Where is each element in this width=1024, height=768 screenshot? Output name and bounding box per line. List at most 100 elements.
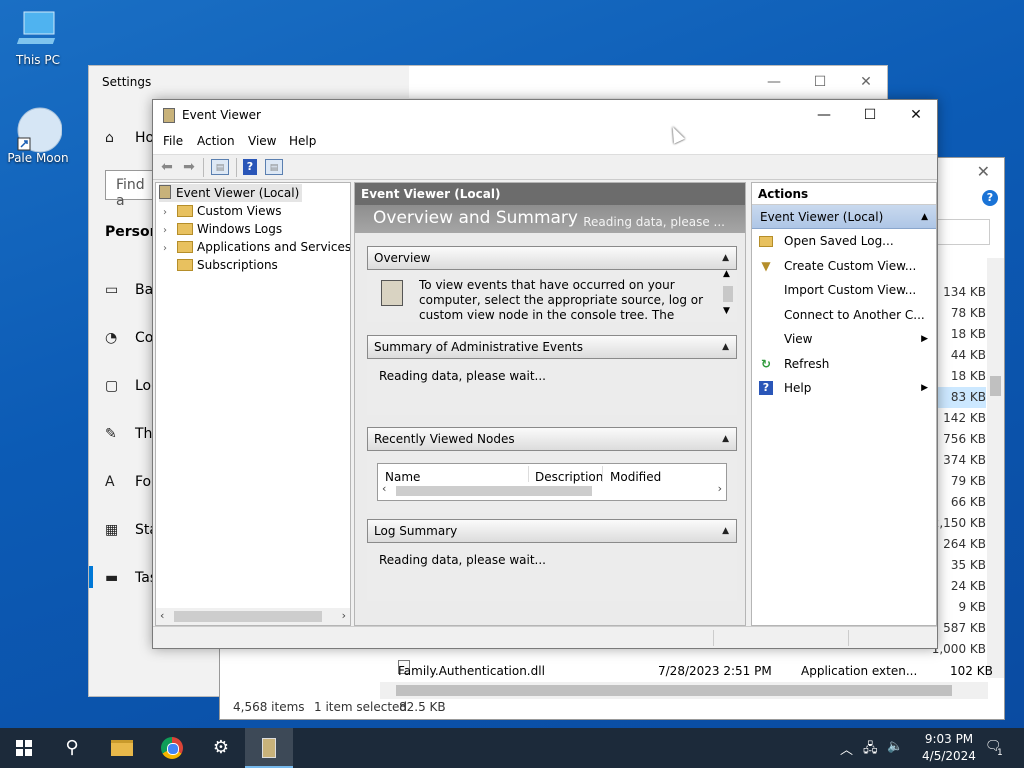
- chevron-left-icon[interactable]: ‹: [160, 609, 164, 622]
- search-button[interactable]: ⚲: [48, 728, 96, 768]
- banner-title: Overview and Summary: [373, 208, 578, 228]
- action-help[interactable]: ? Help ▶: [752, 376, 936, 401]
- section-recent-nodes-body: Name Description Modified ‹ ›: [367, 451, 737, 513]
- close-button[interactable]: ✕: [977, 162, 990, 181]
- tree-node-windows-logs[interactable]: › Windows Logs: [163, 220, 282, 238]
- network-icon[interactable]: 🖧: [863, 739, 878, 761]
- event-viewer-icon: [159, 185, 171, 199]
- menu-file[interactable]: File: [163, 134, 183, 148]
- taskbar-file-explorer[interactable]: [98, 728, 146, 768]
- event-viewer-status-bar: [153, 626, 937, 648]
- action-import-custom-view[interactable]: Import Custom View...: [752, 278, 936, 303]
- settings-titlebar[interactable]: Settings — ☐ ✕: [89, 66, 887, 98]
- palette-icon: ◔: [105, 330, 118, 346]
- file-row[interactable]: Family.Authentication.dll 7/28/2023 2:51…: [398, 660, 998, 682]
- notification-count: 1: [997, 748, 1003, 758]
- window-title: Event Viewer: [182, 108, 261, 122]
- vertical-scrollbar[interactable]: [987, 258, 1004, 678]
- settings-item-taskbar[interactable]: ▬ Tas: [105, 570, 157, 586]
- submenu-arrow-icon: ▶: [921, 334, 928, 344]
- column-modified[interactable]: Modified: [610, 470, 661, 484]
- collapse-icon[interactable]: ▲: [921, 205, 928, 229]
- banner-status: Reading data, please ...: [583, 215, 725, 229]
- tree-node-root[interactable]: Event Viewer (Local): [159, 184, 303, 202]
- section-log-summary-body: Reading data, please wait...: [367, 543, 737, 601]
- show-hide-action-pane-icon[interactable]: ▤: [265, 159, 283, 175]
- speaker-muted-icon[interactable]: 🔈: [887, 739, 903, 754]
- section-overview-header[interactable]: Overview ▲: [367, 246, 737, 270]
- action-refresh[interactable]: ↻ Refresh: [752, 352, 936, 377]
- forward-arrow-icon[interactable]: ➡: [180, 159, 198, 175]
- table-horizontal-scrollbar[interactable]: ‹ ›: [380, 482, 724, 498]
- taskbar-chrome[interactable]: [148, 728, 196, 768]
- summary-body: Overview ▲ To view events that have occur…: [355, 233, 745, 625]
- action-view[interactable]: View ▶: [752, 327, 936, 352]
- search-input[interactable]: [930, 219, 990, 245]
- collapse-icon[interactable]: ▲: [722, 336, 729, 358]
- section-admin-events-header[interactable]: Summary of Administrative Events ▲: [367, 335, 737, 359]
- chevron-right-icon[interactable]: ›: [718, 482, 722, 495]
- overview-scrollbar[interactable]: ▲ ▼: [721, 269, 735, 318]
- folder-icon: [177, 205, 193, 217]
- section-recent-nodes-header[interactable]: Recently Viewed Nodes ▲: [367, 427, 737, 451]
- collapse-icon[interactable]: ▲: [722, 428, 729, 450]
- event-viewer-icon: [262, 738, 276, 758]
- desktop-icon-this-pc[interactable]: This PC: [6, 8, 70, 67]
- gear-icon: ⚙: [212, 737, 230, 758]
- action-open-saved-log[interactable]: Open Saved Log...: [752, 229, 936, 254]
- menu-view[interactable]: View: [248, 134, 276, 148]
- chevron-left-icon[interactable]: ‹: [382, 482, 386, 495]
- log-summary-status: Reading data, please wait...: [379, 553, 546, 567]
- close-button[interactable]: ✕: [843, 66, 889, 98]
- column-description[interactable]: Description: [535, 470, 603, 484]
- tree-node-applications-services[interactable]: ›Applications and Services Lo: [163, 238, 350, 256]
- windows-logo-icon: [16, 740, 32, 756]
- console-tree: Event Viewer (Local) › Custom Views › Wind…: [155, 182, 351, 626]
- settings-home[interactable]: ⌂ Ho: [105, 130, 154, 146]
- tree-node-custom-views[interactable]: › Custom Views: [163, 202, 282, 220]
- tree-node-subscriptions[interactable]: Subscriptions: [163, 256, 278, 274]
- settings-item-colors[interactable]: ◔ Co: [105, 330, 153, 346]
- menu-help[interactable]: Help: [289, 134, 316, 148]
- collapse-icon[interactable]: ▲: [722, 520, 729, 542]
- event-viewer-titlebar[interactable]: Event Viewer — ☐ ✕: [153, 100, 937, 130]
- submenu-arrow-icon: ▶: [921, 383, 928, 393]
- maximize-button[interactable]: ☐: [797, 66, 843, 98]
- maximize-button[interactable]: ☐: [847, 100, 893, 130]
- settings-item-lock-screen[interactable]: ▢ Loc: [105, 378, 159, 394]
- start-icon: ▦: [105, 522, 119, 538]
- tree-horizontal-scrollbar[interactable]: ‹ ›: [156, 608, 350, 625]
- desktop-icon-pale-moon[interactable]: Pale Moon: [6, 106, 70, 165]
- action-create-custom-view[interactable]: ▼ Create Custom View...: [752, 254, 936, 279]
- clock-date: 4/5/2024: [922, 749, 976, 763]
- subscriptions-icon: [177, 259, 193, 271]
- event-viewer-window[interactable]: Event Viewer — ☐ ✕ File Action View Help…: [152, 99, 938, 649]
- action-connect-another[interactable]: Connect to Another C...: [752, 303, 936, 328]
- collapse-icon[interactable]: ▲: [722, 247, 729, 269]
- menu-action[interactable]: Action: [197, 134, 235, 148]
- minimize-button[interactable]: —: [751, 66, 797, 98]
- settings-item-fonts[interactable]: A For: [105, 474, 157, 490]
- tray-expand-icon[interactable]: ︿: [840, 739, 853, 758]
- minimize-button[interactable]: —: [801, 100, 847, 130]
- help-icon[interactable]: ?: [982, 190, 998, 206]
- taskbar-event-viewer[interactable]: [245, 728, 293, 768]
- help-icon[interactable]: ?: [243, 159, 257, 175]
- folder-icon: [177, 241, 193, 253]
- event-viewer-app-icon: [163, 108, 175, 123]
- folder-icon: [759, 236, 773, 247]
- selection-indicator: [89, 566, 93, 588]
- taskbar-settings[interactable]: ⚙: [197, 728, 245, 768]
- start-button[interactable]: [0, 728, 48, 768]
- taskbar: ⚲ ⚙ ︿ 🖧 🔈 9:03 PM 4/5/2024 🗨 1: [0, 728, 1024, 768]
- close-button[interactable]: ✕: [893, 100, 939, 130]
- column-name[interactable]: Name: [385, 470, 420, 484]
- recent-nodes-table: Name Description Modified ‹ ›: [377, 463, 727, 501]
- section-log-summary-header[interactable]: Log Summary ▲: [367, 519, 737, 543]
- chevron-right-icon[interactable]: ›: [342, 609, 346, 622]
- back-arrow-icon[interactable]: ⬅: [158, 159, 176, 175]
- system-clock[interactable]: 9:03 PM 4/5/2024: [914, 731, 984, 765]
- actions-subheader[interactable]: Event Viewer (Local) ▲: [752, 205, 936, 229]
- show-hide-console-tree-icon[interactable]: ▤: [211, 159, 229, 175]
- settings-item-start[interactable]: ▦ Sta: [105, 522, 158, 538]
